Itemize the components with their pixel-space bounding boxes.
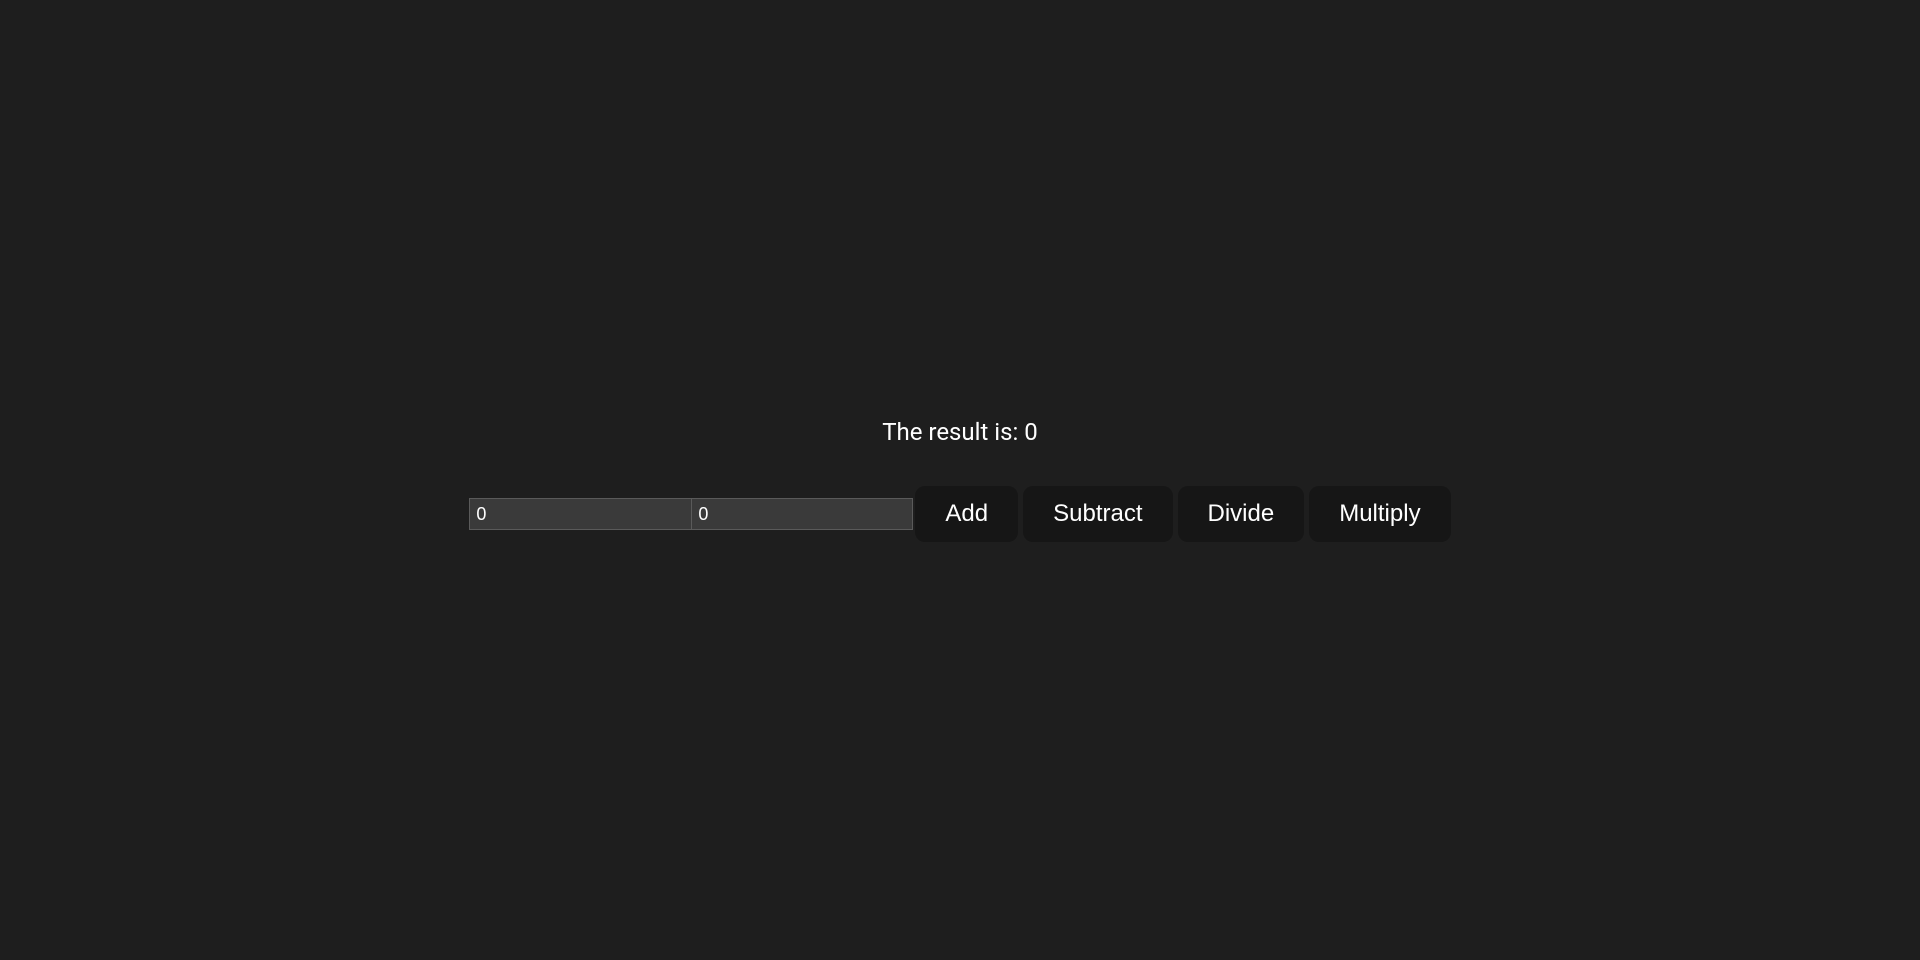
first-number-input[interactable]: [469, 498, 691, 530]
controls-row: Add Subtract Divide Multiply: [469, 486, 1450, 542]
result-display: The result is: 0: [882, 418, 1038, 446]
subtract-button[interactable]: Subtract: [1023, 486, 1172, 542]
calculator-container: The result is: 0 Add Subtract Divide Mul…: [469, 418, 1450, 542]
result-value: 0: [1024, 418, 1038, 446]
add-button[interactable]: Add: [915, 486, 1018, 542]
second-number-input[interactable]: [691, 498, 913, 530]
divide-button[interactable]: Divide: [1178, 486, 1305, 542]
result-label: The result is:: [882, 418, 1024, 446]
multiply-button[interactable]: Multiply: [1309, 486, 1450, 542]
